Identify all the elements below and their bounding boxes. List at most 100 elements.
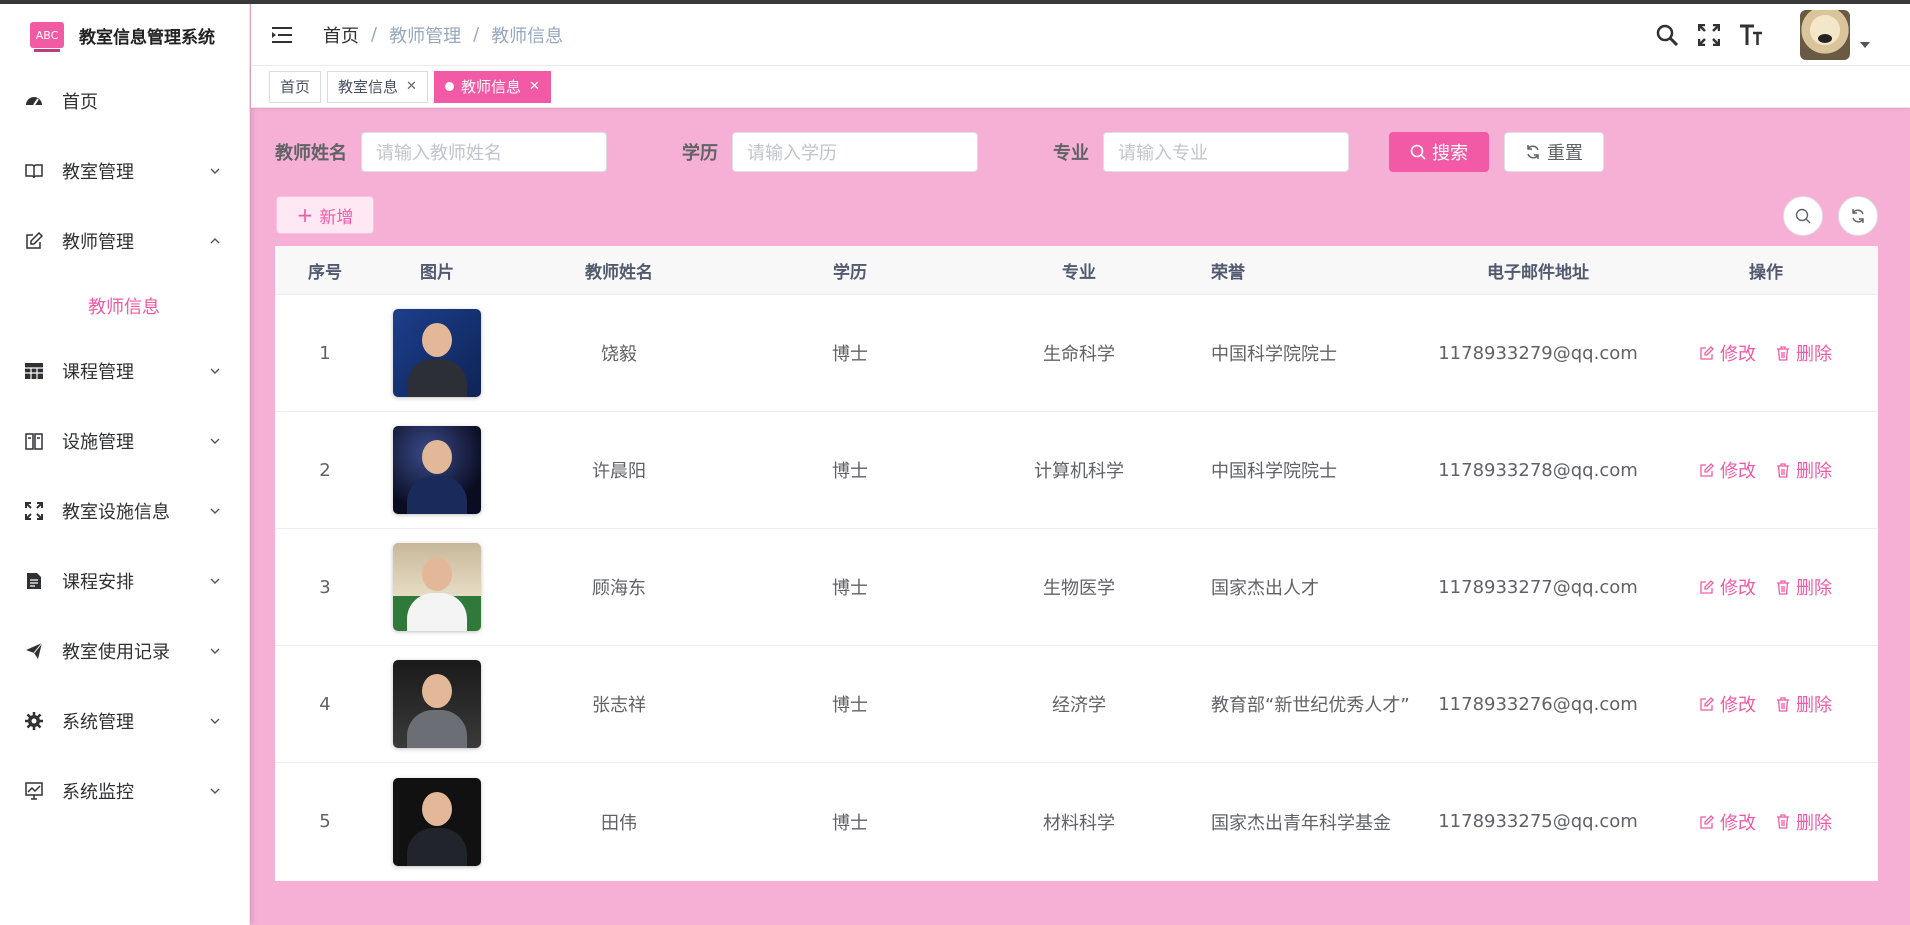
top-navbar: 首页 / 教师管理 / 教师信息 <box>251 4 1910 66</box>
column-header: 教师姓名 <box>585 262 653 283</box>
sidebar-subitem-teacher-info[interactable]: 教师信息 <box>0 276 249 336</box>
teacher-photo[interactable] <box>393 426 481 514</box>
logo[interactable]: ABC 教室信息管理系统 <box>0 4 249 66</box>
major-input[interactable]: 请输入专业 <box>1103 132 1349 172</box>
teacher-major: 经济学 <box>1052 695 1106 716</box>
sidebar-item-monitor[interactable]: 系统监控 <box>0 756 249 826</box>
column-header: 序号 <box>308 262 342 283</box>
tag-home[interactable]: 首页 <box>269 70 322 103</box>
sidebar-item-facility[interactable]: 设施管理 <box>0 406 249 476</box>
edit-button[interactable]: 修改 <box>1700 809 1756 835</box>
row-index: 1 <box>319 342 331 364</box>
sidebar-item-schedule[interactable]: 课程安排 <box>0 546 249 616</box>
teacher-photo[interactable] <box>393 543 481 631</box>
delete-button[interactable]: 删除 <box>1776 691 1832 717</box>
sidebar-item-label: 课程管理 <box>62 362 134 383</box>
delete-button[interactable]: 删除 <box>1776 574 1832 600</box>
edit-icon <box>1700 346 1714 360</box>
sidebar-item-label: 首页 <box>62 92 98 113</box>
search-icon <box>1410 144 1426 160</box>
toggle-search-button[interactable] <box>1783 196 1823 236</box>
edit-button[interactable]: 修改 <box>1700 574 1756 600</box>
breadcrumb-teacher-info: 教师信息 <box>491 25 564 47</box>
plus-icon: + <box>296 203 314 227</box>
trash-icon <box>1776 579 1790 595</box>
search-button-label: 搜索 <box>1432 143 1468 164</box>
teacher-photo[interactable] <box>393 777 481 866</box>
search-button[interactable]: 搜索 <box>1389 132 1489 172</box>
sidebar-item-classroom[interactable]: 教室管理 <box>0 136 249 206</box>
edit-button[interactable]: 修改 <box>1700 691 1756 717</box>
delete-button[interactable]: 删除 <box>1776 457 1832 483</box>
tag-teacher-info[interactable]: 教师信息 ✕ <box>433 70 551 103</box>
table-row: 2 许晨阳 博士 计算机科学 中国科学院院士 1178933278@qq.com… <box>275 412 1878 529</box>
sidebar-item-teacher[interactable]: 教师管理 <box>0 206 249 276</box>
row-index: 5 <box>319 811 331 832</box>
avatar[interactable] <box>1800 10 1850 60</box>
refresh-button[interactable] <box>1838 196 1878 236</box>
teacher-email: 1178933278@qq.com <box>1438 459 1638 481</box>
edit-icon <box>1700 580 1714 594</box>
sidebar-item-label: 设施管理 <box>62 432 134 453</box>
sidebar-item-home[interactable]: 首页 <box>0 66 249 136</box>
chevron-down-icon <box>210 438 220 444</box>
edit-label: 修改 <box>1720 812 1756 834</box>
close-icon[interactable]: ✕ <box>529 79 540 94</box>
chevron-down-icon <box>210 578 220 584</box>
table-header: 序号 图片 教师姓名 学历 专业 荣誉 电子邮件地址 操作 <box>275 246 1878 295</box>
teacher-name: 饶毅 <box>601 344 637 365</box>
close-icon[interactable]: ✕ <box>406 79 417 94</box>
teacher-photo-cell <box>375 543 499 631</box>
sidebar-item-course[interactable]: 课程管理 <box>0 336 249 406</box>
teacher-education: 博士 <box>832 461 868 482</box>
sidebar-item-usage-record[interactable]: 教室使用记录 <box>0 616 249 686</box>
delete-label: 删除 <box>1796 578 1832 599</box>
row-actions: 修改 删除 <box>1654 574 1878 600</box>
hamburger-icon[interactable] <box>271 26 293 44</box>
edit-label: 修改 <box>1720 461 1756 482</box>
delete-button[interactable]: 删除 <box>1776 340 1832 366</box>
edit-button[interactable]: 修改 <box>1700 457 1756 483</box>
teacher-photo-cell <box>375 426 499 514</box>
sidebar-item-label: 教室设施信息 <box>62 502 170 523</box>
row-index: 4 <box>319 693 331 715</box>
chevron-down-icon <box>210 168 220 174</box>
search-icon <box>1795 208 1811 224</box>
sidebar-item-system[interactable]: 系统管理 <box>0 686 249 756</box>
trash-icon <box>1776 462 1790 478</box>
teacher-email: 1178933279@qq.com <box>1438 342 1638 364</box>
education-input[interactable]: 请输入学历 <box>732 132 978 172</box>
delete-button[interactable]: 删除 <box>1776 809 1832 835</box>
caret-down-icon[interactable] <box>1860 42 1870 48</box>
delete-label: 删除 <box>1796 812 1832 834</box>
sidebar-item-classroom-facility[interactable]: 教室设施信息 <box>0 476 249 546</box>
tag-classroom-info[interactable]: 教室信息 ✕ <box>327 70 428 103</box>
teacher-education: 博士 <box>832 578 868 599</box>
teacher-photo[interactable] <box>393 660 481 748</box>
edit-button[interactable]: 修改 <box>1700 340 1756 366</box>
header-tools <box>1638 4 1870 66</box>
chevron-down-icon <box>210 788 220 794</box>
reset-button[interactable]: 重置 <box>1504 132 1604 172</box>
teacher-name-input[interactable]: 请输入教师姓名 <box>361 132 607 172</box>
teacher-education: 博士 <box>832 695 868 716</box>
document-icon <box>24 571 44 591</box>
teacher-photo[interactable] <box>393 309 481 397</box>
edit-icon <box>1700 463 1714 477</box>
font-size-icon[interactable] <box>1738 22 1764 48</box>
fullscreen-icon[interactable] <box>1696 22 1722 48</box>
edit-label: 修改 <box>1720 578 1756 599</box>
building-icon <box>24 431 44 451</box>
fullscreen-icon <box>24 501 44 521</box>
column-header: 图片 <box>420 262 454 283</box>
search-icon[interactable] <box>1654 22 1680 48</box>
table-row: 3 顾海东 博士 生物医学 国家杰出人才 1178933277@qq.com 修… <box>275 529 1878 646</box>
delete-label: 删除 <box>1796 461 1832 482</box>
add-button[interactable]: + 新增 <box>276 196 374 234</box>
chevron-down-icon <box>210 508 220 514</box>
teacher-education: 博士 <box>832 344 868 365</box>
row-index: 2 <box>319 459 331 481</box>
breadcrumb-home[interactable]: 首页 <box>323 22 359 48</box>
row-index: 3 <box>319 576 331 598</box>
chevron-up-icon <box>210 238 220 244</box>
